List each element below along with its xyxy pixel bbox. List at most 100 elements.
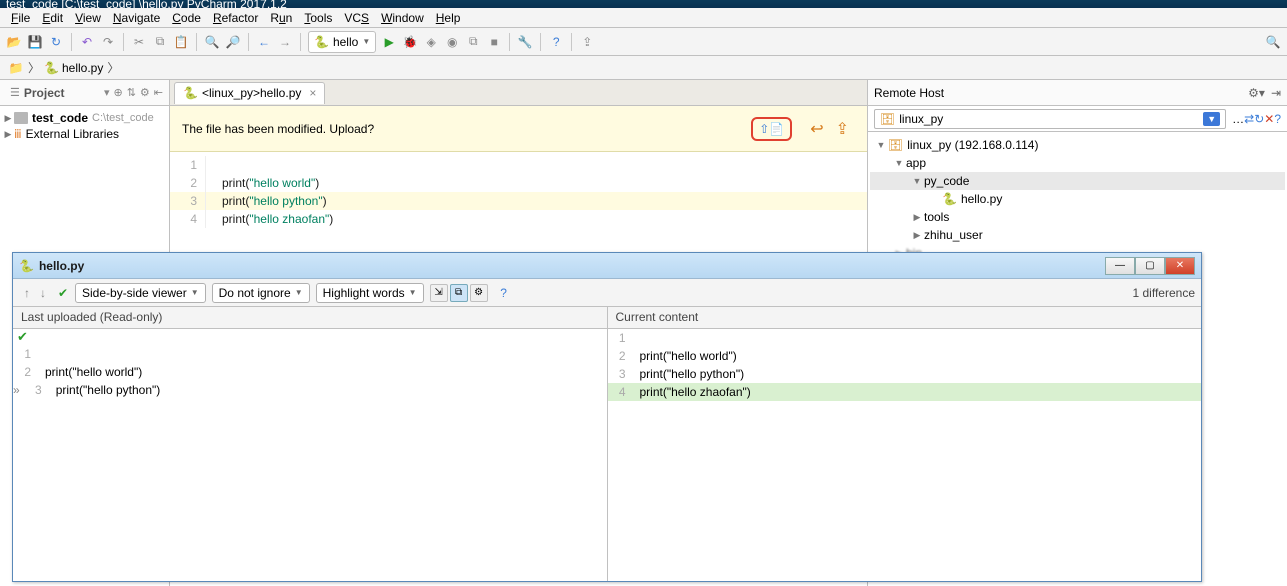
coverage-icon[interactable]: ◈	[423, 34, 439, 50]
debug-icon[interactable]: 🐞	[402, 34, 418, 50]
menu-vcs[interactable]: VCS	[339, 10, 374, 26]
python-icon: 🐍	[44, 61, 59, 75]
diff-line[interactable]: 2print("hello world")	[608, 347, 1202, 365]
highlight-combo[interactable]: Highlight words▼	[316, 283, 424, 303]
diff-titlebar[interactable]: 🐍 hello.py — ▢ ✕	[13, 253, 1201, 279]
diff-icon[interactable]: ⇪	[836, 119, 849, 139]
prev-diff-icon[interactable]: ↑	[19, 285, 35, 301]
diff-line[interactable]: 3print("hello python")	[608, 365, 1202, 383]
profile-icon[interactable]: ◉	[444, 34, 460, 50]
menu-run[interactable]: Run	[265, 10, 297, 26]
diff-remote-icon[interactable]: ⇄	[1244, 112, 1254, 126]
more-icon[interactable]: …	[1232, 112, 1244, 126]
refresh-icon[interactable]: ↻	[1254, 112, 1264, 126]
help-icon[interactable]: ?	[496, 285, 512, 301]
expand-icon[interactable]: ▶	[2, 129, 14, 140]
code-line[interactable]: 1	[170, 156, 867, 174]
diff-line[interactable]: 4print("hello zhaofan")	[608, 383, 1202, 401]
collapse-icon[interactable]: ⊕	[113, 86, 122, 99]
menu-window[interactable]: Window	[376, 10, 429, 26]
remote-folder-zhihu[interactable]: ▶ zhihu_user	[870, 226, 1285, 244]
scroll-icon[interactable]: ⇅	[127, 86, 136, 99]
expand-icon[interactable]: ▶	[910, 230, 924, 241]
run-icon[interactable]: ▶	[381, 34, 397, 50]
search-everywhere-icon[interactable]: 🔍	[1265, 34, 1281, 50]
menu-help[interactable]: Help	[431, 10, 466, 26]
concurrency-icon[interactable]: ⧉	[465, 34, 481, 50]
folder-icon[interactable]: 📁	[8, 60, 24, 76]
diff-right-pane[interactable]: 12print("hello world")3print("hello pyth…	[607, 329, 1202, 581]
viewer-mode-combo[interactable]: Side-by-side viewer▼	[75, 283, 206, 303]
accept-icon[interactable]: ✔	[55, 285, 71, 301]
chevron-down-icon[interactable]: ▾	[104, 86, 110, 99]
find-icon[interactable]: 🔍	[204, 34, 220, 50]
ignore-combo[interactable]: Do not ignore▼	[212, 283, 310, 303]
maximize-button[interactable]: ▢	[1135, 257, 1165, 275]
remote-file-hello[interactable]: 🐍 hello.py	[870, 190, 1285, 208]
code-editor[interactable]: 12print("hello world")3print("hello pyth…	[170, 152, 867, 228]
back-icon[interactable]: ←	[256, 34, 272, 50]
breadcrumb-file[interactable]: hello.py	[62, 61, 103, 75]
upload-button-highlight[interactable]: ⇧📄	[751, 117, 792, 141]
separator	[71, 33, 72, 51]
minimize-button[interactable]: —	[1105, 257, 1135, 275]
remote-server-combo[interactable]: 🗄 linux_py ▼	[874, 109, 1226, 129]
diff-line[interactable]: »3print("hello python")	[13, 381, 607, 399]
help-icon[interactable]: ?	[548, 34, 564, 50]
sync-scroll-icon[interactable]: ⧉	[450, 284, 468, 302]
menu-edit[interactable]: Edit	[37, 10, 68, 26]
forward-icon[interactable]: →	[277, 34, 293, 50]
copy-icon[interactable]: ⧉	[152, 34, 168, 50]
disconnect-icon[interactable]: ✕	[1264, 112, 1274, 126]
gear-icon[interactable]: ⚙▾	[1248, 86, 1265, 100]
sync-icon[interactable]: ↻	[48, 34, 64, 50]
collapse-icon[interactable]: ▼	[910, 176, 924, 186]
diff-line[interactable]: 2print("hello world")	[13, 363, 607, 381]
run-config-combo[interactable]: 🐍 hello ▼	[308, 31, 376, 53]
open-icon[interactable]: 📂	[6, 34, 22, 50]
diff-line[interactable]: 1	[608, 329, 1202, 347]
gear-icon[interactable]: ⚙	[140, 86, 150, 99]
menu-view[interactable]: View	[70, 10, 106, 26]
remote-folder-app[interactable]: ▼ app	[870, 154, 1285, 172]
next-diff-icon[interactable]: ↓	[35, 285, 51, 301]
replace-icon[interactable]: 🔎	[225, 34, 241, 50]
collapse-icon[interactable]: ▼	[874, 140, 888, 150]
settings-icon[interactable]: ⚙	[470, 284, 488, 302]
external-libs-row[interactable]: ▶ ⅲ External Libraries	[2, 126, 167, 142]
remote-root-row[interactable]: ▼ 🗄 linux_py (192.168.0.114)	[870, 136, 1285, 154]
remote-folder-pycode[interactable]: ▼ py_code	[870, 172, 1285, 190]
save-icon[interactable]: 💾	[27, 34, 43, 50]
project-view-icon[interactable]: ☰	[10, 86, 20, 99]
diff-left-pane[interactable]: ✔ 12print("hello world")»3print("hello p…	[13, 329, 607, 581]
collapse-icon[interactable]: ▼	[892, 158, 906, 168]
deploy-icon[interactable]: ⇪	[579, 34, 595, 50]
cut-icon[interactable]: ✂	[131, 34, 147, 50]
close-button[interactable]: ✕	[1165, 257, 1195, 275]
close-tab-icon[interactable]: ×	[309, 86, 316, 100]
revert-icon[interactable]: ↩	[810, 119, 823, 139]
project-root-row[interactable]: ▶ test_code C:\test_code	[2, 110, 167, 126]
settings-icon[interactable]: 🔧	[517, 34, 533, 50]
remote-folder-tools[interactable]: ▶ tools	[870, 208, 1285, 226]
expand-icon[interactable]: ▶	[910, 212, 924, 223]
menu-tools[interactable]: Tools	[299, 10, 337, 26]
undo-icon[interactable]: ↶	[79, 34, 95, 50]
paste-icon[interactable]: 📋	[173, 34, 189, 50]
collapse-unchanged-icon[interactable]: ⇲	[430, 284, 448, 302]
code-line[interactable]: 4print("hello zhaofan")	[170, 210, 867, 228]
code-line[interactable]: 3print("hello python")	[170, 192, 867, 210]
help-icon[interactable]: ?	[1274, 112, 1281, 126]
diff-line[interactable]: 1	[13, 345, 607, 363]
hide-icon[interactable]: ⇤	[154, 86, 163, 99]
editor-tab[interactable]: 🐍 <linux_py> hello.py ×	[174, 82, 325, 104]
menu-code[interactable]: Code	[167, 10, 206, 26]
redo-icon[interactable]: ↷	[100, 34, 116, 50]
menu-refactor[interactable]: Refactor	[208, 10, 263, 26]
expand-icon[interactable]: ▶	[2, 113, 14, 124]
menu-navigate[interactable]: Navigate	[108, 10, 165, 26]
hide-icon[interactable]: ⇥	[1271, 86, 1281, 100]
menu-file[interactable]: File	[6, 10, 35, 26]
stop-icon[interactable]: ■	[486, 34, 502, 50]
code-line[interactable]: 2print("hello world")	[170, 174, 867, 192]
